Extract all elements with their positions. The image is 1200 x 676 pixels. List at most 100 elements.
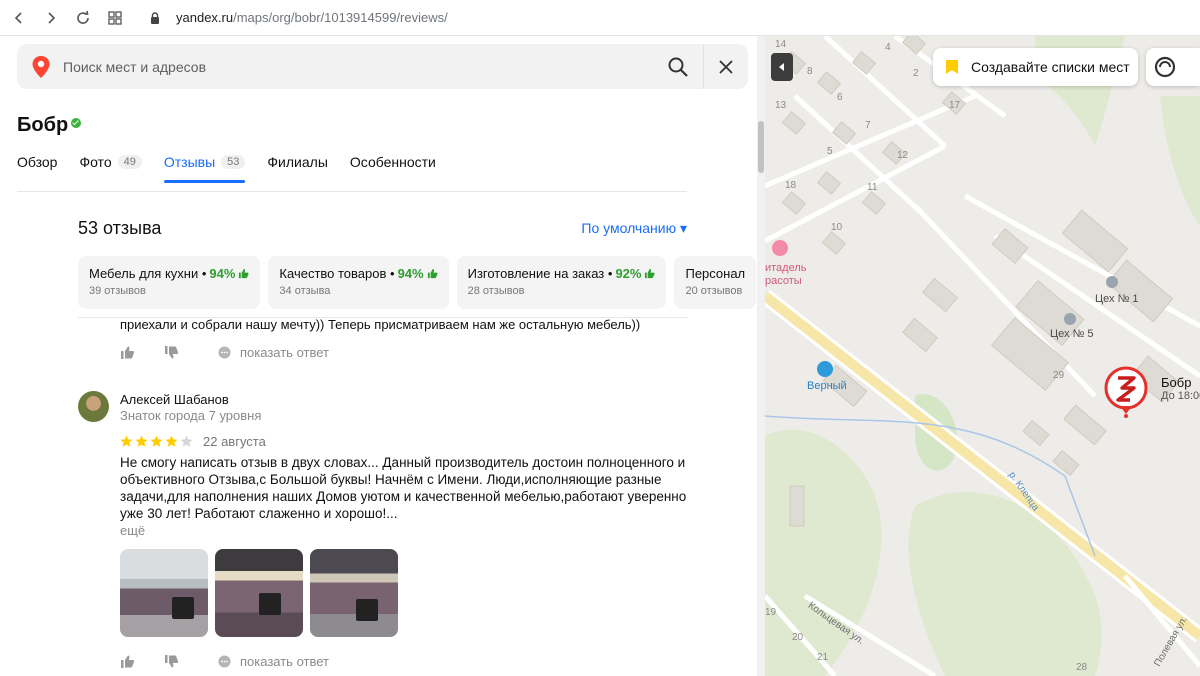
previous-review-text: приехали и собрали нашу мечту)) Теперь п… xyxy=(120,317,641,332)
avatar[interactable] xyxy=(78,391,109,422)
star-filled-icon xyxy=(165,435,178,447)
dislike-icon[interactable] xyxy=(164,345,179,360)
triangle-left-icon xyxy=(779,63,784,71)
star-empty-icon xyxy=(180,435,193,447)
tab-reviews[interactable]: Отзывы 53 xyxy=(163,154,246,192)
tab-branches[interactable]: Филиалы xyxy=(267,154,327,192)
aspect-chip[interactable]: Мебель для кухни • 94% 39 отзывов xyxy=(78,256,261,309)
aspect-chip[interactable]: Качество товаров • 94% 34 отзыва xyxy=(268,256,449,309)
review-author-name[interactable]: Алексей Шабанов xyxy=(120,392,229,407)
aspects-carousel: Мебель для кухни • 94% 39 отзывов Качеств… xyxy=(78,256,765,310)
browser-toolbar: yandex.ru/maps/org/bobr/1013914599/revie… xyxy=(0,0,1200,36)
user-avatar-icon xyxy=(1154,56,1176,78)
aspect-label: Изготовление на заказ • xyxy=(467,266,613,281)
tab-features[interactable]: Особенности xyxy=(350,154,436,192)
house-number: 10 xyxy=(831,222,843,233)
org-title: Бобр xyxy=(17,114,82,137)
map-label-citadel-2[interactable]: расоты xyxy=(765,275,802,287)
review-actions: показать ответ xyxy=(120,654,329,669)
thumbs-up-icon xyxy=(645,268,656,279)
review-photo[interactable] xyxy=(215,549,303,637)
tab-photos[interactable]: Фото 49 xyxy=(79,154,142,192)
tab-label: Отзывы xyxy=(163,154,216,170)
create-lists-button[interactable]: Создавайте списки мест xyxy=(933,48,1138,86)
aspect-label: Качество товаров • xyxy=(279,266,395,281)
stars-row xyxy=(120,435,195,448)
close-icon xyxy=(719,59,733,74)
aspect-count: 28 отзывов xyxy=(467,285,525,297)
review-photos xyxy=(120,549,405,637)
user-menu-button[interactable] xyxy=(1146,48,1200,86)
aspect-label: Персонал xyxy=(685,266,746,281)
house-number: 4 xyxy=(885,42,891,53)
grid-icon xyxy=(108,10,122,25)
review-actions: показать ответ xyxy=(120,345,329,360)
forward-button[interactable] xyxy=(38,5,64,31)
map-label-verny[interactable]: Верный xyxy=(807,380,847,392)
aspect-label: Мебель для кухни • xyxy=(89,266,207,281)
review-photo[interactable] xyxy=(310,549,398,637)
house-number: 14 xyxy=(775,39,787,50)
verified-check-icon xyxy=(71,118,82,128)
url-host: yandex.ru xyxy=(176,10,234,25)
house-number: 21 xyxy=(817,652,829,663)
star-filled-icon xyxy=(120,435,133,447)
aspect-chip[interactable]: Персонал 20 отзывов xyxy=(674,256,757,309)
house-number: 7 xyxy=(865,120,871,131)
aspect-chip[interactable]: Изготовление на заказ • 92% 28 отзывов xyxy=(456,256,667,309)
dislike-icon[interactable] xyxy=(164,654,179,669)
collapse-panel-button[interactable] xyxy=(771,53,793,81)
map-label-citadel[interactable]: итадель xyxy=(765,262,807,274)
clear-search-button[interactable] xyxy=(704,59,748,74)
expand-review-link[interactable]: ещё xyxy=(120,523,145,538)
aspect-count: 34 отзыва xyxy=(279,285,331,297)
review-text: Не смогу написать отзыв в двух словах...… xyxy=(120,455,687,521)
map-label-ceh1[interactable]: Цех № 1 xyxy=(1095,293,1139,305)
house-number: 17 xyxy=(949,100,961,111)
bookmark-icon xyxy=(946,60,958,74)
house-number: 5 xyxy=(827,146,833,157)
house-number: 29 xyxy=(1053,370,1065,381)
arrow-left-icon xyxy=(14,11,22,24)
aspect-percent: 94% xyxy=(397,266,424,281)
lock-icon xyxy=(151,11,159,24)
org-tabs: Обзор Фото 49 Отзывы 53 Филиалы Особенност… xyxy=(17,154,687,192)
like-icon[interactable] xyxy=(120,345,135,360)
house-number: 19 xyxy=(765,607,777,618)
house-number: 13 xyxy=(775,100,787,111)
house-number: 8 xyxy=(807,66,813,77)
create-lists-label: Создавайте списки мест xyxy=(971,59,1130,75)
like-icon[interactable] xyxy=(120,654,135,669)
house-number: 20 xyxy=(792,632,804,643)
review-photo[interactable] xyxy=(120,549,208,637)
tab-count: 53 xyxy=(221,155,246,169)
tab-overview[interactable]: Обзор xyxy=(17,154,57,192)
house-number: 6 xyxy=(837,92,843,103)
show-reply-link[interactable]: показать ответ xyxy=(240,345,329,360)
show-reply-link[interactable]: показать ответ xyxy=(240,654,329,669)
review-author-level: Знаток города 7 уровня xyxy=(120,408,262,423)
reload-icon xyxy=(77,10,89,24)
business-marker-icon[interactable] xyxy=(1104,366,1148,418)
aspect-count: 20 отзывов xyxy=(685,285,743,297)
tab-label: Обзор xyxy=(17,154,58,170)
search-input[interactable]: Поиск мест и адресов xyxy=(63,59,667,75)
scrollbar-thumb[interactable] xyxy=(758,121,764,173)
sort-dropdown[interactable]: По умолчанию ▾ xyxy=(581,220,687,237)
business-marker-name[interactable]: Бобр xyxy=(1161,375,1191,390)
aspect-percent: 92% xyxy=(615,266,642,281)
search-box[interactable]: Поиск мест и адресов xyxy=(17,44,748,89)
search-icon[interactable] xyxy=(667,56,689,78)
tab-label: Фото xyxy=(79,154,112,170)
sidebar-panel: Поиск мест и адресов Бобр Обзор Фото 49 О… xyxy=(0,36,765,676)
map-label-ceh5[interactable]: Цех № 5 xyxy=(1050,328,1094,340)
tab-label: Филиалы xyxy=(267,154,328,170)
tabs-grid-button[interactable] xyxy=(102,5,128,31)
back-button[interactable] xyxy=(6,5,32,31)
map-canvas[interactable]: 14 4 2 8 6 13 17 7 5 12 18 11 10 29 19 2… xyxy=(765,36,1200,676)
tab-label: Особенности xyxy=(349,154,436,170)
panel-scrollbar[interactable] xyxy=(757,36,765,676)
address-bar[interactable]: yandex.ru/maps/org/bobr/1013914599/revie… xyxy=(148,10,448,25)
reload-button[interactable] xyxy=(70,5,96,31)
map-pin-icon xyxy=(32,55,50,78)
